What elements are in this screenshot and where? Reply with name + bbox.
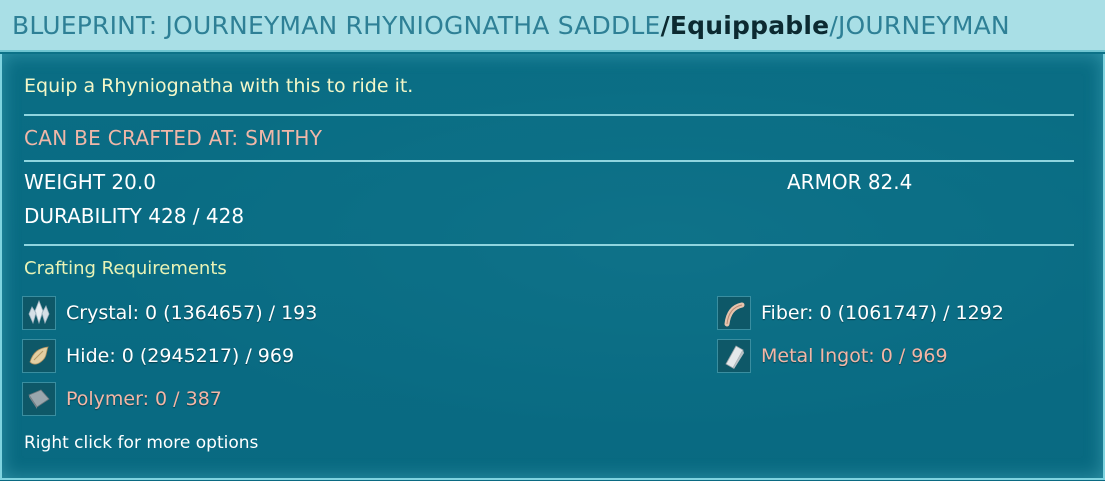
item-type: Equippable <box>669 10 830 40</box>
requirement-polymer: Polymer: 0 / 387 <box>22 381 222 417</box>
item-name: BLUEPRINT: JOURNEYMAN RHYNIOGNATHA SADDL… <box>12 10 661 40</box>
hide-icon <box>22 339 56 373</box>
title-separator: / <box>829 10 838 40</box>
polymer-icon <box>22 382 56 416</box>
crafted-at-label: CAN BE CRAFTED AT: SMITHY <box>24 126 323 150</box>
item-quality: JOURNEYMAN <box>837 10 1010 40</box>
title-separator: / <box>660 10 670 40</box>
divider <box>24 244 1074 246</box>
divider <box>24 114 1074 116</box>
requirement-label: Metal Ingot: 0 / 969 <box>761 345 948 367</box>
item-description: Equip a Rhyniognatha with this to ride i… <box>24 75 414 97</box>
requirement-hide: Hide: 0 (2945217) / 969 <box>22 338 294 374</box>
crafting-requirements-title: Crafting Requirements <box>24 258 227 279</box>
requirement-crystal: Crystal: 0 (1364657) / 193 <box>22 295 317 331</box>
weight-stat: WEIGHT 20.0 <box>24 170 156 194</box>
metal-ingot-icon <box>717 339 751 373</box>
armor-stat: ARMOR 82.4 <box>787 170 913 194</box>
fiber-icon <box>717 296 751 330</box>
durability-stat: DURABILITY 428 / 428 <box>24 204 245 228</box>
tooltip-title-bar: BLUEPRINT: JOURNEYMAN RHYNIOGNATHA SADDL… <box>0 0 1105 52</box>
right-click-hint: Right click for more options <box>24 433 259 453</box>
requirement-label: Polymer: 0 / 387 <box>66 388 222 410</box>
crystal-icon <box>22 296 56 330</box>
divider <box>24 160 1074 162</box>
requirement-metal-ingot: Metal Ingot: 0 / 969 <box>717 338 948 374</box>
requirement-label: Crystal: 0 (1364657) / 193 <box>66 302 318 324</box>
requirement-label: Hide: 0 (2945217) / 969 <box>66 345 295 367</box>
requirement-fiber: Fiber: 0 (1061747) / 1292 <box>717 295 1004 331</box>
requirement-label: Fiber: 0 (1061747) / 1292 <box>761 302 1004 324</box>
